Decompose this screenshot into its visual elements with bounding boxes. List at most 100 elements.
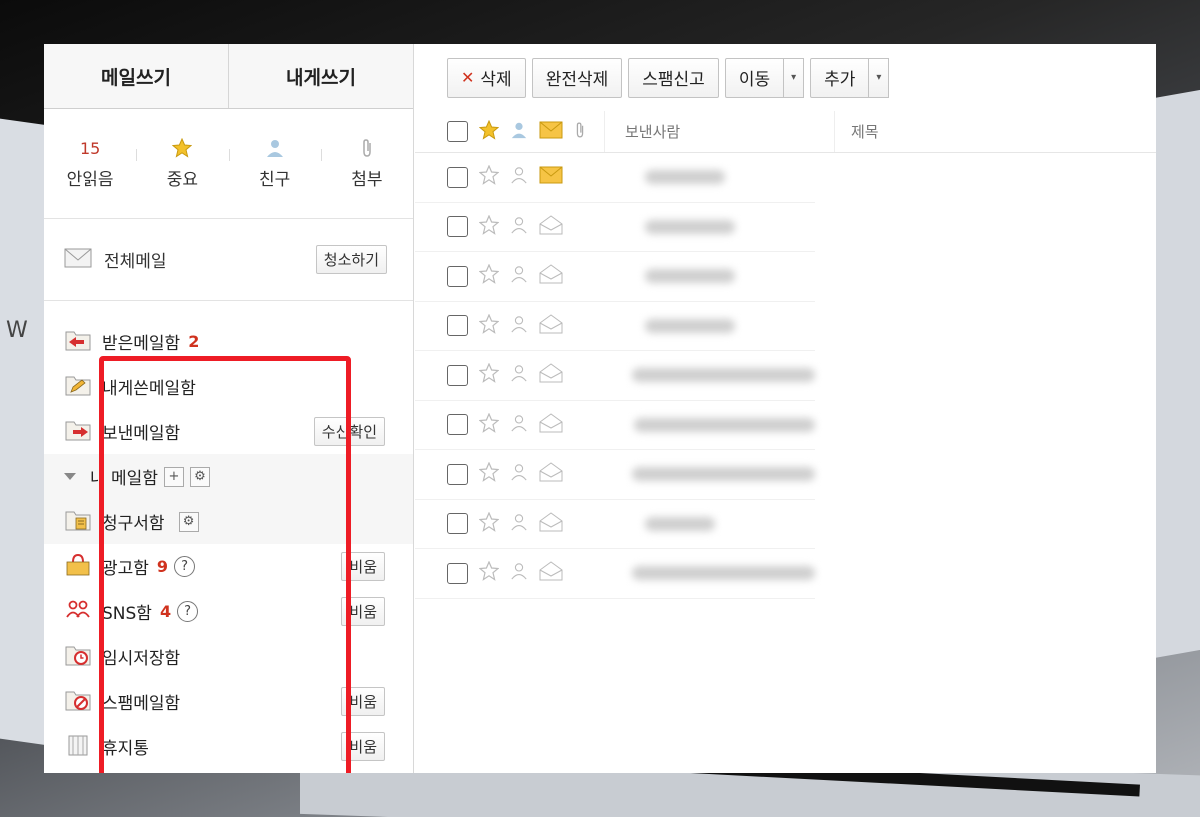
- more-dropdown: 추가 ▾: [810, 57, 890, 98]
- row-checkbox[interactable]: [447, 166, 468, 188]
- person-icon[interactable]: [510, 463, 528, 485]
- star-icon[interactable]: [478, 412, 500, 437]
- blurred-sender: [645, 516, 715, 531]
- blurred-sender: [645, 170, 725, 185]
- person-icon[interactable]: [510, 364, 528, 386]
- folder-label: 보낸메일함: [102, 424, 181, 444]
- mail-row[interactable]: [415, 549, 815, 599]
- star-icon[interactable]: [478, 461, 500, 486]
- row-checkbox[interactable]: [447, 463, 468, 485]
- paperclip-icon[interactable]: [574, 121, 586, 143]
- blurred-sender: [645, 219, 735, 234]
- help-icon[interactable]: ?: [174, 556, 196, 577]
- folder-sns[interactable]: SNS함 4 ? 비움: [44, 589, 413, 634]
- row-icon-group: [415, 252, 605, 301]
- mail-row[interactable]: [415, 450, 815, 500]
- person-icon[interactable]: [510, 315, 528, 337]
- toolbar: ✕ 삭제 완전삭제 스팸신고 이동 ▾ 추가 ▾: [415, 44, 1156, 111]
- star-icon[interactable]: [478, 560, 500, 585]
- delete-button[interactable]: ✕ 삭제: [447, 57, 526, 98]
- read-receipt-button[interactable]: 수신확인: [313, 417, 385, 446]
- write-to-self-button[interactable]: 내게쓰기: [228, 44, 413, 108]
- all-mail-row[interactable]: 전체메일 청소하기: [44, 219, 413, 301]
- folder-trash[interactable]: 휴지통 비움: [44, 724, 413, 769]
- folder-list: 받은메일함 2 내게쓴메일함 보낸메일함 수신확인 내 메일함 + ⚙ 청구서함…: [44, 301, 413, 769]
- person-icon: [265, 137, 285, 159]
- star-icon[interactable]: [478, 313, 500, 338]
- folder-label: 받은메일함: [102, 334, 181, 354]
- quick-filter-important[interactable]: 중요: [136, 137, 228, 190]
- folder-label: 광고함: [102, 559, 149, 579]
- star-icon[interactable]: [478, 263, 500, 288]
- collapse-triangle-icon[interactable]: [64, 473, 76, 480]
- help-icon[interactable]: ?: [177, 601, 199, 622]
- move-button[interactable]: 이동: [724, 57, 785, 98]
- mail-row[interactable]: [415, 252, 815, 302]
- folder-drafts[interactable]: 임시저장함: [44, 634, 413, 679]
- write-mail-button[interactable]: 메일쓰기: [44, 44, 228, 108]
- report-spam-button[interactable]: 스팸신고: [628, 57, 719, 98]
- person-icon[interactable]: [510, 121, 528, 143]
- star-icon[interactable]: [478, 362, 500, 387]
- row-checkbox[interactable]: [447, 315, 468, 337]
- folder-ads[interactable]: 광고함 9 ? 비움: [44, 544, 413, 589]
- star-icon[interactable]: [478, 511, 500, 536]
- mail-row[interactable]: [415, 302, 815, 351]
- folder-self-sent[interactable]: 내게쓴메일함: [44, 364, 413, 409]
- quick-filter-attachment[interactable]: 첨부: [320, 137, 413, 190]
- row-checkbox[interactable]: [447, 265, 468, 287]
- clean-up-button[interactable]: 청소하기: [315, 245, 387, 274]
- quick-filter-label: 첨부: [351, 170, 383, 190]
- person-icon[interactable]: [510, 265, 528, 287]
- mail-row[interactable]: [415, 351, 815, 401]
- row-checkbox[interactable]: [447, 562, 468, 584]
- folder-settings-icon[interactable]: ⚙: [178, 511, 199, 532]
- star-icon[interactable]: [478, 164, 500, 189]
- quick-filter-friends[interactable]: 친구: [228, 137, 321, 190]
- mail-row[interactable]: [415, 203, 815, 252]
- envelope-icon[interactable]: [539, 121, 563, 143]
- quick-filter-label: 친구: [258, 170, 291, 190]
- folder-label: 청구서함: [102, 514, 165, 534]
- select-all-checkbox[interactable]: [447, 121, 468, 142]
- add-folder-button[interactable]: +: [163, 466, 184, 487]
- person-icon[interactable]: [510, 166, 528, 188]
- mail-row[interactable]: [415, 153, 815, 203]
- person-icon[interactable]: [510, 216, 528, 238]
- person-icon[interactable]: [510, 562, 528, 584]
- folder-sent[interactable]: 보낸메일함 수신확인: [44, 409, 413, 454]
- permanent-delete-button[interactable]: 완전삭제: [531, 57, 623, 98]
- my-mailbox-header[interactable]: 내 메일함 + ⚙: [44, 454, 413, 499]
- chevron-down-icon[interactable]: ▾: [784, 57, 805, 98]
- quick-filter-unread[interactable]: 15 안읽음: [44, 137, 136, 191]
- row-checkbox[interactable]: [447, 216, 468, 238]
- empty-sns-button[interactable]: 비움: [341, 597, 385, 626]
- quick-filter-label: 중요: [166, 170, 199, 190]
- subject-column-header[interactable]: 제목: [835, 121, 879, 142]
- mail-row[interactable]: [415, 401, 815, 450]
- row-checkbox[interactable]: [447, 513, 468, 535]
- person-icon[interactable]: [510, 513, 528, 535]
- blurred-sender: [631, 467, 815, 482]
- row-icon-group: [415, 500, 605, 549]
- close-icon: ✕: [461, 68, 475, 87]
- quick-filters: 15 안읽음 중요 친구 첨부: [44, 109, 413, 219]
- star-icon[interactable]: [478, 119, 500, 144]
- empty-spam-button[interactable]: 비움: [341, 687, 385, 716]
- row-checkbox[interactable]: [447, 414, 468, 436]
- folder-spam[interactable]: 스팸메일함 비움: [44, 679, 413, 724]
- folder-inbox[interactable]: 받은메일함 2: [44, 319, 413, 364]
- star-icon[interactable]: [478, 214, 500, 239]
- empty-ads-button[interactable]: 비움: [341, 552, 385, 581]
- sender-column-header[interactable]: 보낸사람: [605, 111, 835, 152]
- empty-trash-button[interactable]: 비움: [341, 732, 385, 761]
- folder-bills[interactable]: 청구서함 ⚙: [44, 499, 413, 544]
- folder-label: 스팸메일함: [102, 694, 181, 714]
- mail-row[interactable]: [415, 500, 815, 549]
- list-header: 보낸사람 제목: [415, 111, 1156, 153]
- person-icon[interactable]: [510, 414, 528, 436]
- more-button[interactable]: 추가: [810, 57, 870, 98]
- row-checkbox[interactable]: [447, 364, 468, 386]
- chevron-down-icon[interactable]: ▾: [869, 57, 890, 98]
- folder-settings-icon[interactable]: ⚙: [189, 466, 210, 487]
